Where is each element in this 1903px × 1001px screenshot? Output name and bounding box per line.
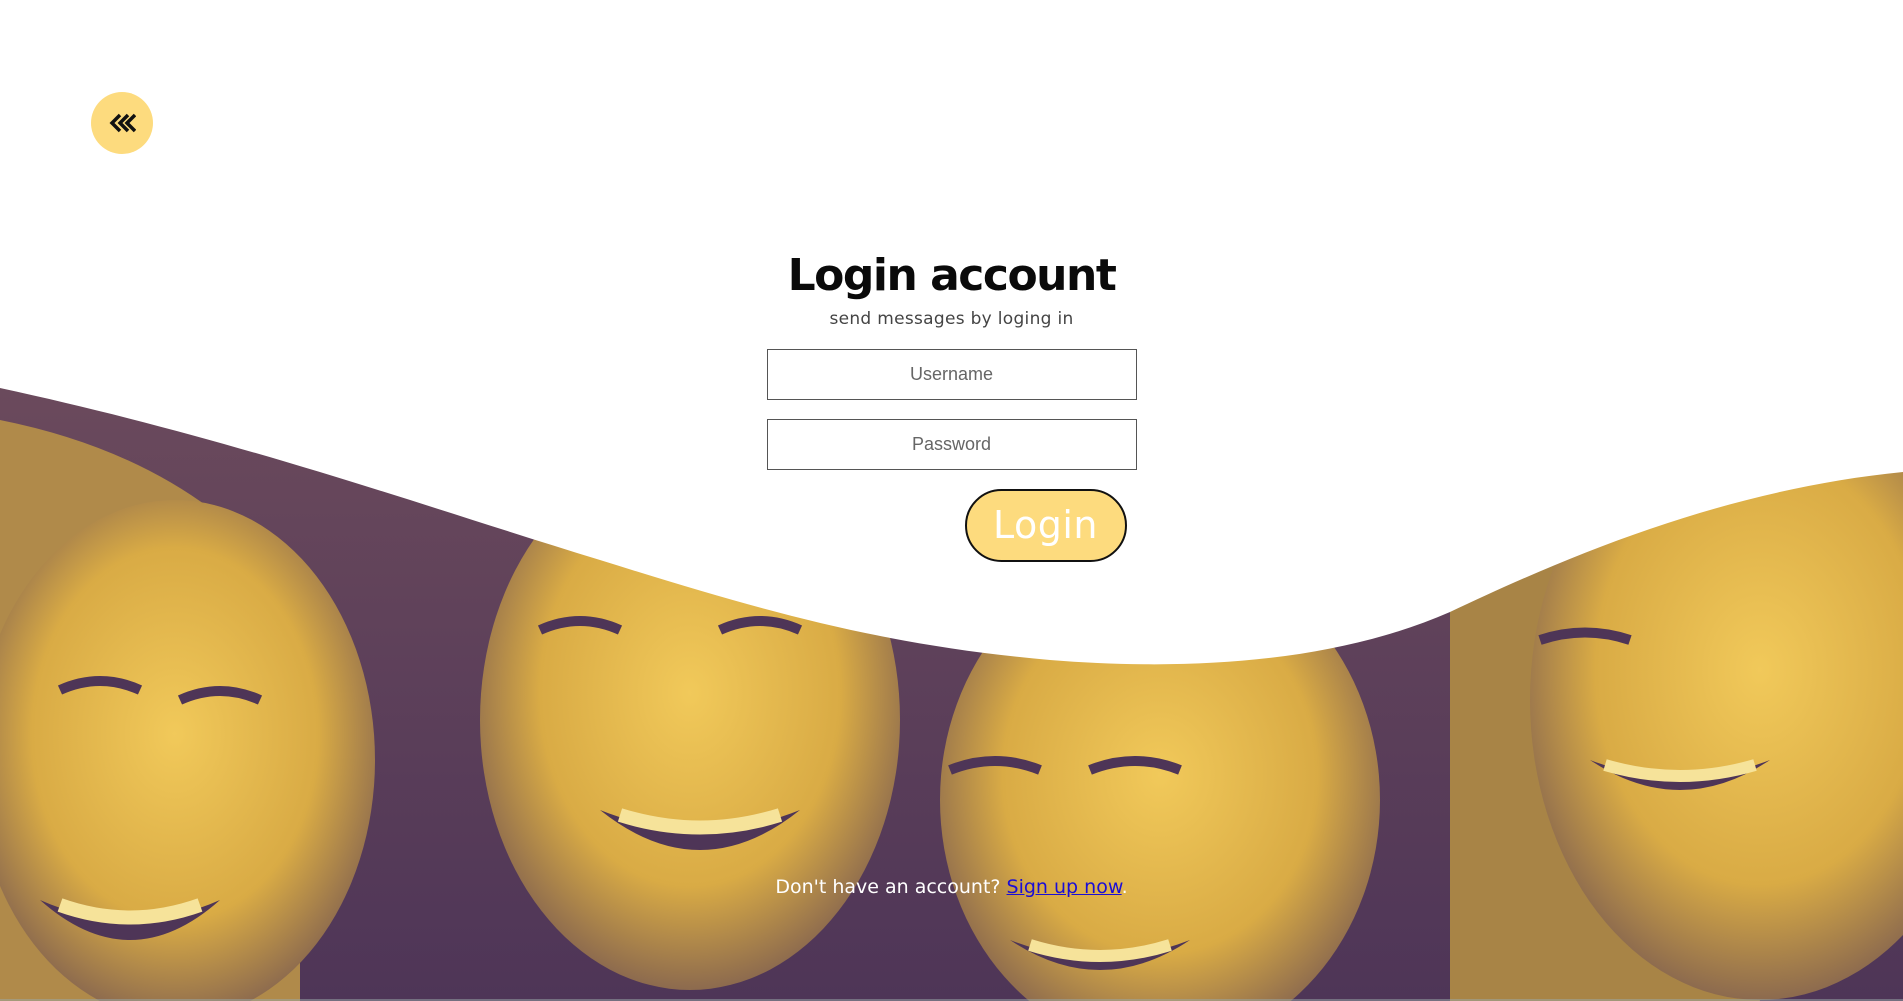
- double-chevron-left-icon: [109, 113, 136, 133]
- login-button[interactable]: Login: [964, 488, 1127, 562]
- password-input[interactable]: [766, 418, 1137, 470]
- back-button[interactable]: [91, 92, 153, 154]
- page-title: Login account: [787, 250, 1117, 301]
- login-button-row: Login: [767, 488, 1137, 562]
- username-input[interactable]: [766, 348, 1137, 400]
- page-subtitle: send messages by loging in: [829, 308, 1074, 329]
- login-page: Login account send messages by loging in…: [0, 0, 1903, 1001]
- signup-prompt: Don't have an account? Sign up now.: [0, 876, 1903, 898]
- signup-link[interactable]: Sign up now: [1007, 876, 1122, 898]
- signup-suffix: .: [1121, 876, 1128, 898]
- signup-prompt-text: Don't have an account?: [775, 876, 1007, 898]
- login-form: Login account send messages by loging in…: [0, 250, 1903, 562]
